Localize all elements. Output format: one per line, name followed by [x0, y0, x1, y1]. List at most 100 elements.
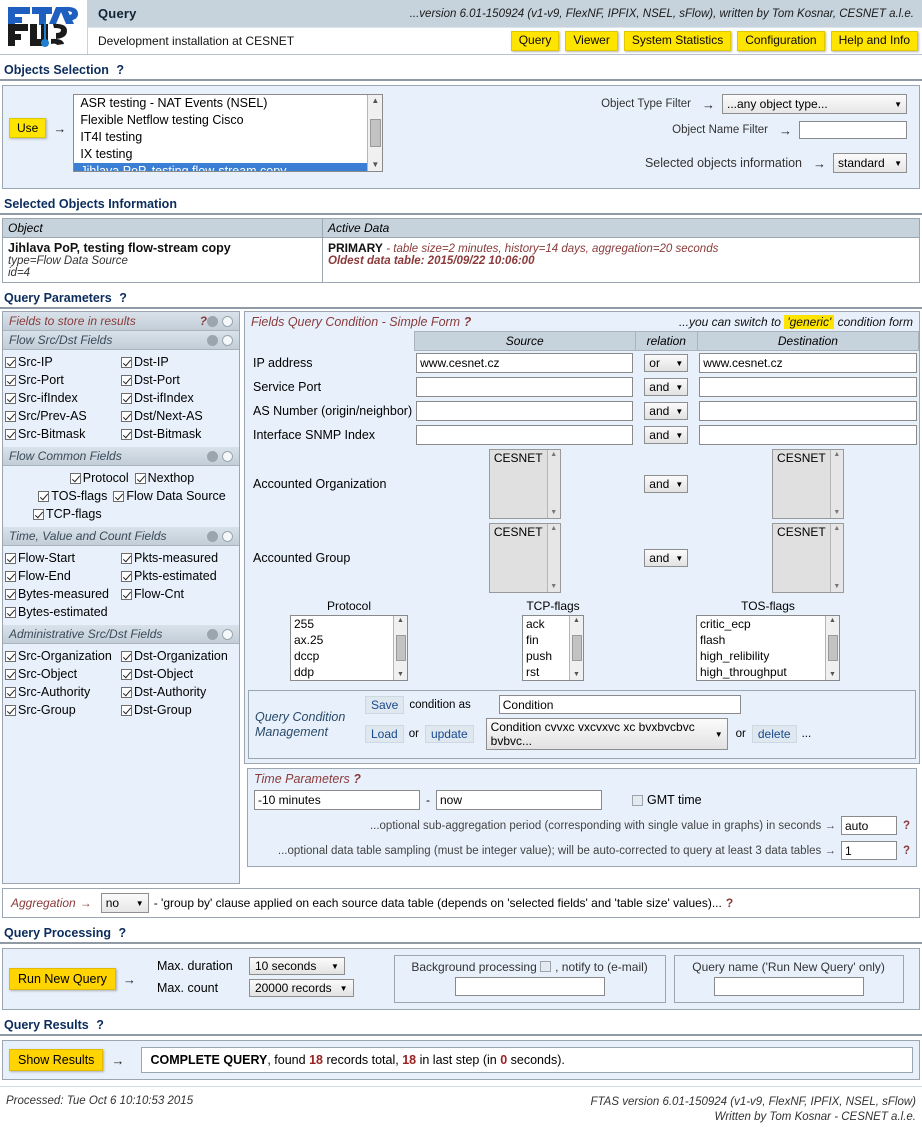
nav-query[interactable]: Query [510, 30, 560, 52]
list-option[interactable]: flash [697, 632, 825, 648]
objects-listbox[interactable]: ASR testing - NAT Events (NSEL) Flexible… [73, 94, 384, 172]
nav-configuration[interactable]: Configuration [737, 30, 825, 52]
list-option[interactable]: critic_ecp [697, 616, 825, 632]
list-option[interactable]: push [523, 648, 569, 664]
ip-address-relation-select[interactable]: or ▼ [644, 354, 689, 372]
use-button[interactable]: Use [9, 118, 47, 138]
list-option[interactable]: high_relibility [697, 648, 825, 664]
scroll-down-icon[interactable]: ▼ [550, 508, 557, 518]
checkbox-dst-object[interactable]: Dst-Object [121, 665, 237, 683]
checkbox-pkts-measured[interactable]: Pkts-measured [121, 549, 237, 567]
checkbox-icon[interactable] [121, 428, 132, 440]
checkbox-dst-next-as[interactable]: Dst/Next-AS [121, 407, 237, 425]
checkbox-icon[interactable] [540, 961, 552, 972]
time-from-input[interactable] [254, 790, 420, 810]
subaggregation-input[interactable] [840, 816, 897, 835]
scroll-down-icon[interactable]: ▼ [371, 159, 379, 171]
checkbox-icon[interactable] [121, 668, 132, 680]
checkbox-dst-group[interactable]: Dst-Group [121, 701, 237, 719]
service-port-relation-select[interactable]: and ▼ [644, 378, 689, 396]
checkbox-icon[interactable] [5, 686, 16, 698]
accounted-organization-relation-select[interactable]: and ▼ [644, 475, 689, 493]
list-scrollbar[interactable]: ▲ ▼ [829, 450, 843, 518]
checkbox-icon[interactable] [5, 668, 16, 680]
checkbox-src-ifindex[interactable]: Src-ifIndex [5, 389, 121, 407]
group-toggle[interactable] [207, 334, 233, 346]
toggle-on-icon[interactable] [207, 530, 218, 542]
checkbox-icon[interactable] [5, 606, 16, 618]
toggle-all-on-icon[interactable] [207, 315, 218, 327]
checkbox-icon[interactable] [632, 794, 643, 806]
toggle-off-icon[interactable] [222, 530, 233, 542]
list-item-selected[interactable]: Jihlava PoP, testing flow-stream copy [74, 163, 368, 171]
toggle-on-icon[interactable] [207, 628, 218, 640]
list-scrollbar[interactable]: ▲ ▼ [546, 524, 560, 592]
scroll-down-icon[interactable]: ▼ [573, 670, 580, 680]
list-option[interactable]: ack [523, 616, 569, 632]
show-results-button[interactable]: Show Results [9, 1049, 104, 1071]
accounted-organization-destination-list[interactable]: CESNET ▲ ▼ [771, 449, 844, 519]
list-option[interactable]: CESNET [494, 525, 543, 539]
checkbox-src-ip[interactable]: Src-IP [5, 353, 121, 371]
checkbox-dst-port[interactable]: Dst-Port [121, 371, 237, 389]
checkbox-flow-cnt[interactable]: Flow-Cnt [121, 585, 237, 603]
list-item[interactable]: ASR testing - NAT Events (NSEL) [74, 95, 367, 112]
notify-email-input[interactable] [454, 977, 605, 996]
scrollbar-thumb[interactable] [571, 635, 582, 661]
checkbox-icon[interactable] [5, 356, 16, 368]
checkbox-pkts-estimated[interactable]: Pkts-estimated [121, 567, 237, 585]
tos-flags-scrollbar[interactable]: ▲ ▼ [825, 616, 839, 680]
saved-condition-select[interactable]: Condition cvvxc vxcvxvc xc bvxbvcbvc bvb… [485, 718, 728, 750]
toggle-all-off-icon[interactable] [222, 315, 233, 327]
as-number-destination-input[interactable] [699, 401, 917, 421]
delete-condition-button[interactable]: delete [751, 725, 797, 743]
save-condition-button[interactable]: Save [365, 695, 405, 714]
checkbox-icon[interactable] [5, 410, 16, 422]
list-option[interactable]: 255 [291, 616, 393, 632]
checkbox-nexthop[interactable]: Nexthop [134, 469, 194, 487]
list-option[interactable]: CESNET [777, 525, 826, 539]
checkbox-icon[interactable] [69, 472, 81, 484]
list-option[interactable]: CESNET [777, 451, 826, 465]
sampling-help-icon[interactable]: ? [903, 845, 910, 857]
checkbox-icon[interactable] [121, 552, 132, 564]
toggle-off-icon[interactable] [222, 334, 233, 346]
snmp-index-relation-select[interactable]: and ▼ [644, 426, 689, 444]
gmt-time-checkbox[interactable]: GMT time [632, 793, 702, 807]
toggle-on-icon[interactable] [207, 334, 218, 346]
list-option[interactable]: rst [523, 664, 569, 680]
checkbox-icon[interactable] [5, 588, 16, 600]
object-name-filter-input[interactable] [799, 121, 907, 139]
checkbox-src-prev-as[interactable]: Src/Prev-AS [5, 407, 121, 425]
scroll-up-icon[interactable]: ▲ [833, 524, 840, 534]
checkbox-protocol[interactable]: Protocol [69, 469, 129, 487]
accounted-group-relation-select[interactable]: and ▼ [644, 549, 689, 567]
accounted-group-destination-list[interactable]: CESNET ▲ ▼ [771, 523, 844, 593]
scrollbar-thumb[interactable] [395, 635, 406, 661]
list-option[interactable]: high_throughput [697, 664, 825, 680]
query-name-input[interactable] [713, 977, 864, 996]
service-port-source-input[interactable] [416, 377, 634, 397]
scroll-up-icon[interactable]: ▲ [371, 95, 379, 107]
scroll-down-icon[interactable]: ▼ [833, 582, 840, 592]
scroll-up-icon[interactable]: ▲ [829, 616, 836, 626]
service-port-destination-input[interactable] [699, 377, 917, 397]
list-option[interactable]: dccp [291, 648, 393, 664]
group-toggle[interactable] [207, 530, 233, 542]
checkbox-flow-end[interactable]: Flow-End [5, 567, 121, 585]
accounted-group-source-list[interactable]: CESNET ▲ ▼ [488, 523, 561, 593]
condition-name-input[interactable] [498, 695, 741, 714]
query-processing-help-icon[interactable]: ? [118, 926, 126, 940]
time-parameters-help-icon[interactable]: ? [353, 772, 361, 786]
group-toggle[interactable] [207, 628, 233, 640]
update-condition-button[interactable]: update [424, 725, 474, 743]
scroll-down-icon[interactable]: ▼ [397, 670, 404, 680]
time-to-input[interactable] [436, 790, 602, 810]
checkbox-src-organization[interactable]: Src-Organization [5, 647, 121, 665]
objects-selection-help-icon[interactable]: ? [116, 63, 124, 77]
objects-listbox-scrollbar[interactable]: ▲ ▼ [367, 95, 383, 171]
scroll-down-icon[interactable]: ▼ [550, 582, 557, 592]
checkbox-icon[interactable] [5, 374, 16, 386]
selected-objects-info-select[interactable]: standard ▼ [833, 153, 907, 173]
checkbox-icon[interactable] [121, 650, 132, 662]
